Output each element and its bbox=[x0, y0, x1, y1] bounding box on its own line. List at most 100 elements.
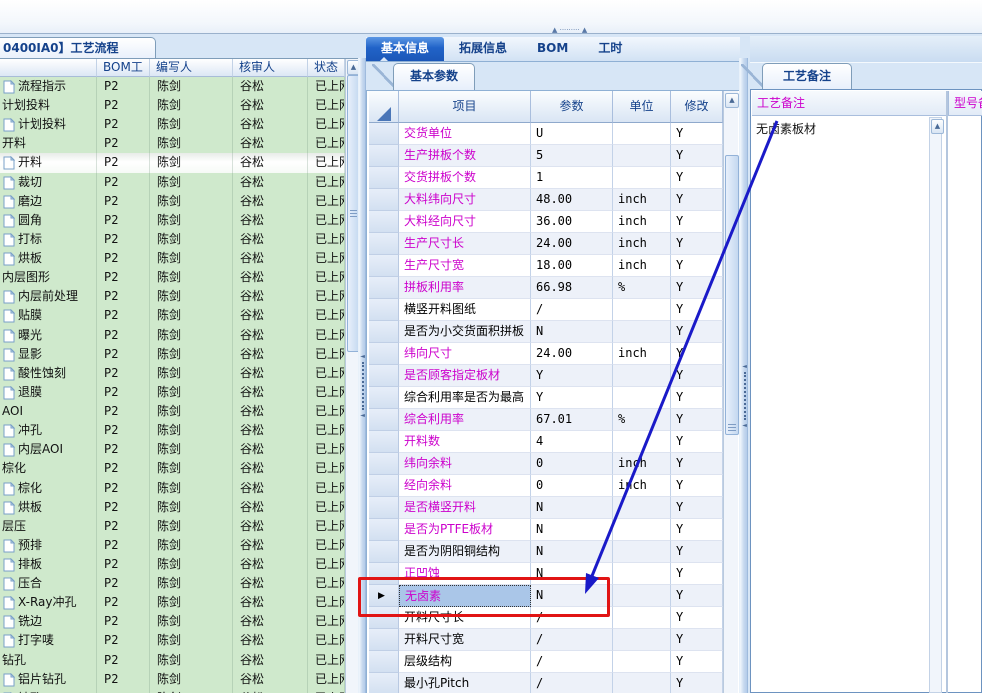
table-row[interactable]: 经向余料 0 inch Y bbox=[369, 475, 723, 497]
param-unit-cell[interactable]: inch bbox=[613, 453, 671, 475]
param-value-cell[interactable]: 1 bbox=[531, 167, 613, 189]
param-unit-cell[interactable]: inch bbox=[613, 233, 671, 255]
tab-item[interactable]: BOM bbox=[522, 37, 583, 61]
param-modify-cell[interactable]: Y bbox=[671, 233, 723, 255]
tab-item[interactable]: 拓展信息 bbox=[444, 37, 522, 61]
process-row[interactable]: 烘板P2陈剑谷松已上网 bbox=[0, 249, 345, 269]
param-modify-cell[interactable]: Y bbox=[671, 343, 723, 365]
left-scrollbar[interactable]: ▲ bbox=[345, 59, 360, 693]
param-unit-cell[interactable] bbox=[613, 145, 671, 167]
param-unit-cell[interactable] bbox=[613, 519, 671, 541]
process-row[interactable]: 磨边P2陈剑谷松已上网 bbox=[0, 191, 345, 211]
param-value-cell[interactable]: 4 bbox=[531, 431, 613, 453]
table-row[interactable]: 生产尺寸长 24.00 inch Y bbox=[369, 233, 723, 255]
model-remarks-column-header[interactable]: 型号备注 bbox=[948, 91, 982, 116]
param-unit-cell[interactable] bbox=[613, 497, 671, 519]
table-row[interactable]: 大料纬向尺寸 48.00 inch Y bbox=[369, 189, 723, 211]
param-value-cell[interactable]: / bbox=[531, 651, 613, 673]
param-unit-cell[interactable] bbox=[613, 321, 671, 343]
param-scrollbar-thumb[interactable] bbox=[725, 155, 739, 435]
param-value-cell[interactable]: 0 bbox=[531, 453, 613, 475]
param-modify-cell[interactable]: Y bbox=[671, 563, 723, 585]
process-row[interactable]: 退膜P2陈剑谷松已上网 bbox=[0, 382, 345, 403]
param-modify-cell[interactable]: Y bbox=[671, 673, 723, 693]
param-modify-cell[interactable]: Y bbox=[671, 299, 723, 321]
param-modify-cell[interactable]: Y bbox=[671, 365, 723, 387]
remark-text[interactable]: 无卤素板材 bbox=[756, 120, 926, 137]
param-item-cell[interactable]: 交货单位 bbox=[399, 123, 531, 145]
param-unit-cell[interactable] bbox=[613, 365, 671, 387]
param-item-cell[interactable]: 大料经向尺寸 bbox=[399, 211, 531, 233]
param-item-cell[interactable]: 是否为阴阳铜结构 bbox=[399, 541, 531, 563]
process-row[interactable]: 酸性蚀刻P2陈剑谷松已上网 bbox=[0, 363, 345, 383]
splitter-collapse-icon[interactable]: ◄ ◄ bbox=[742, 363, 747, 429]
tab-process-flow[interactable]: 0400IA0】工艺流程 bbox=[0, 37, 156, 60]
process-row[interactable]: 冲孔P2陈剑谷松已上网 bbox=[0, 421, 345, 441]
param-value-cell[interactable]: 24.00 bbox=[531, 233, 613, 255]
table-row[interactable]: 是否为小交货面积拼板 N Y bbox=[369, 321, 723, 343]
tab-basic-parameters[interactable]: 基本参数 bbox=[393, 63, 475, 90]
param-modify-cell[interactable]: Y bbox=[671, 145, 723, 167]
param-item-cell[interactable]: 生产尺寸长 bbox=[399, 233, 531, 255]
param-item-cell[interactable]: 层级结构 bbox=[399, 651, 531, 673]
param-modify-cell[interactable]: Y bbox=[671, 541, 723, 563]
param-modify-cell[interactable]: Y bbox=[671, 409, 723, 431]
param-unit-cell[interactable] bbox=[613, 431, 671, 453]
param-modify-cell[interactable]: Y bbox=[671, 255, 723, 277]
param-modify-cell[interactable]: Y bbox=[671, 453, 723, 475]
param-value-cell[interactable]: 0 bbox=[531, 475, 613, 497]
param-modify-cell[interactable]: Y bbox=[671, 607, 723, 629]
param-value-cell[interactable]: 66.98 bbox=[531, 277, 613, 299]
process-row[interactable]: 棕化P2陈剑谷松已上网 bbox=[0, 459, 345, 479]
param-value-cell[interactable]: N bbox=[531, 519, 613, 541]
table-row[interactable]: 开料尺寸宽 / Y bbox=[369, 629, 723, 651]
param-scrollbar[interactable]: ▲ bbox=[723, 91, 739, 693]
table-row[interactable]: 拼板利用率 66.98% Y bbox=[369, 277, 723, 299]
param-modify-cell[interactable]: Y bbox=[671, 475, 723, 497]
param-unit-cell[interactable]: inch bbox=[613, 343, 671, 365]
param-value-cell[interactable]: / bbox=[531, 629, 613, 651]
table-row[interactable]: 纬向余料 0 inch Y bbox=[369, 453, 723, 475]
param-item-cell[interactable]: 生产拼板个数 bbox=[399, 145, 531, 167]
column-header[interactable]: 项目 bbox=[399, 91, 531, 123]
param-value-cell[interactable]: 18.00 bbox=[531, 255, 613, 277]
process-row[interactable]: 打标P2陈剑谷松已上网 bbox=[0, 229, 345, 250]
param-value-cell[interactable]: Y bbox=[531, 387, 613, 409]
tab-process-remarks[interactable]: 工艺备注 bbox=[762, 63, 852, 90]
process-row[interactable]: 内层AOIP2陈剑谷松已上网 bbox=[0, 440, 345, 460]
process-row[interactable]: 显影P2陈剑谷松已上网 bbox=[0, 344, 345, 364]
param-item-cell[interactable]: 纬向尺寸 bbox=[399, 343, 531, 365]
param-value-cell[interactable]: N bbox=[531, 497, 613, 519]
param-modify-cell[interactable]: Y bbox=[671, 497, 723, 519]
param-item-cell[interactable]: 综合利用率是否为最高 bbox=[399, 387, 531, 409]
process-row[interactable]: 棕化P2陈剑谷松已上网 bbox=[0, 478, 345, 498]
param-unit-cell[interactable] bbox=[613, 387, 671, 409]
param-modify-cell[interactable]: Y bbox=[671, 321, 723, 343]
param-item-cell[interactable]: 开料数 bbox=[399, 431, 531, 453]
select-all-icon[interactable] bbox=[377, 107, 391, 121]
process-row[interactable]: 开料P2陈剑谷松已上网 bbox=[0, 134, 345, 154]
table-row[interactable]: 交货拼板个数 1 Y bbox=[369, 167, 723, 189]
process-row[interactable]: 打字唛P2陈剑谷松已上网 bbox=[0, 631, 345, 651]
table-row[interactable]: 是否横竖开料 N Y bbox=[369, 497, 723, 519]
param-value-cell[interactable]: N bbox=[531, 541, 613, 563]
table-row[interactable]: 是否为PTFE板材 N Y bbox=[369, 519, 723, 541]
process-row[interactable]: 内层图形P2陈剑谷松已上网 bbox=[0, 268, 345, 288]
column-header[interactable]: BOM工厂 bbox=[97, 59, 150, 91]
param-item-cell[interactable]: 交货拼板个数 bbox=[399, 167, 531, 189]
param-unit-cell[interactable]: % bbox=[613, 277, 671, 299]
process-row[interactable]: 铣边P2陈剑谷松已上网 bbox=[0, 612, 345, 632]
remarks-scrollbar[interactable]: ▲ bbox=[929, 117, 944, 693]
param-item-cell[interactable]: 横竖开料图纸 bbox=[399, 299, 531, 321]
param-item-cell[interactable]: 开料尺寸宽 bbox=[399, 629, 531, 651]
column-header[interactable]: 单位 bbox=[613, 91, 671, 123]
process-row[interactable]: 排板P2陈剑谷松已上网 bbox=[0, 555, 345, 575]
process-row[interactable]: 层压P2陈剑谷松已上网 bbox=[0, 516, 345, 536]
column-header[interactable] bbox=[0, 59, 97, 77]
param-item-cell[interactable]: 最小孔Pitch bbox=[399, 673, 531, 693]
process-row[interactable]: 贴膜P2陈剑谷松已上网 bbox=[0, 306, 345, 326]
param-unit-cell[interactable]: inch bbox=[613, 189, 671, 211]
column-header[interactable]: 编写人 bbox=[150, 59, 233, 77]
process-row[interactable]: 钻孔P2陈剑谷松已上网 bbox=[0, 688, 345, 693]
process-row[interactable]: 裁切P2陈剑谷松已上网 bbox=[0, 172, 345, 192]
